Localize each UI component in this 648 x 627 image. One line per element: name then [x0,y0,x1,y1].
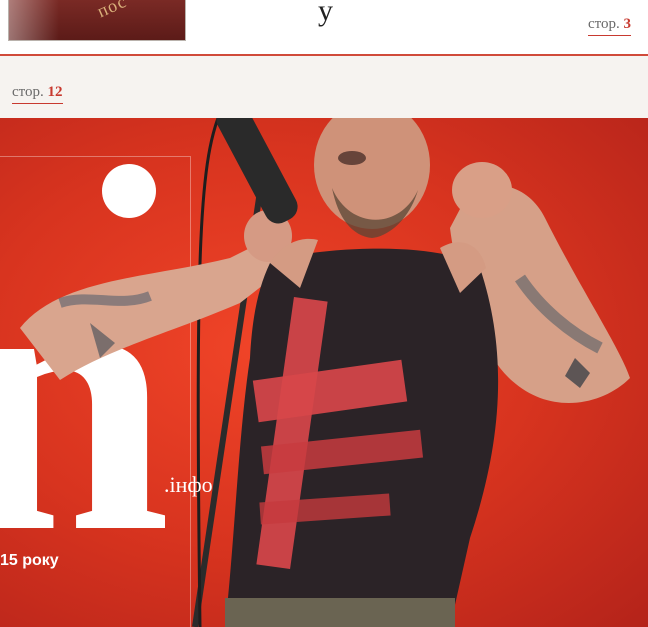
cover-headline[interactable]: 15 року [0,552,59,570]
page-link-number: 12 [47,84,63,100]
page-link-12[interactable]: стор. 12 [12,84,63,104]
shorts [225,598,455,627]
page-link-prefix: стор. [12,84,44,100]
singer-photo [20,118,630,627]
cover-hero[interactable]: n .інфо 15 року [0,118,648,627]
headline-fragment: у [318,0,333,27]
top-strip: пос у стор. 3 [0,0,648,55]
passport-photo[interactable]: пос [8,0,186,41]
masthead-domain-suffix: .інфо [164,472,213,497]
page-link-number: 3 [623,16,632,32]
book-lettering: пос [94,0,130,22]
right-fist [452,162,512,218]
head [314,118,430,229]
page-link-3[interactable]: стор. 3 [588,16,632,36]
section-band [0,56,648,118]
photo-shine [9,0,59,40]
mic-cable [196,118,220,627]
page-link-prefix: стор. [588,16,620,32]
